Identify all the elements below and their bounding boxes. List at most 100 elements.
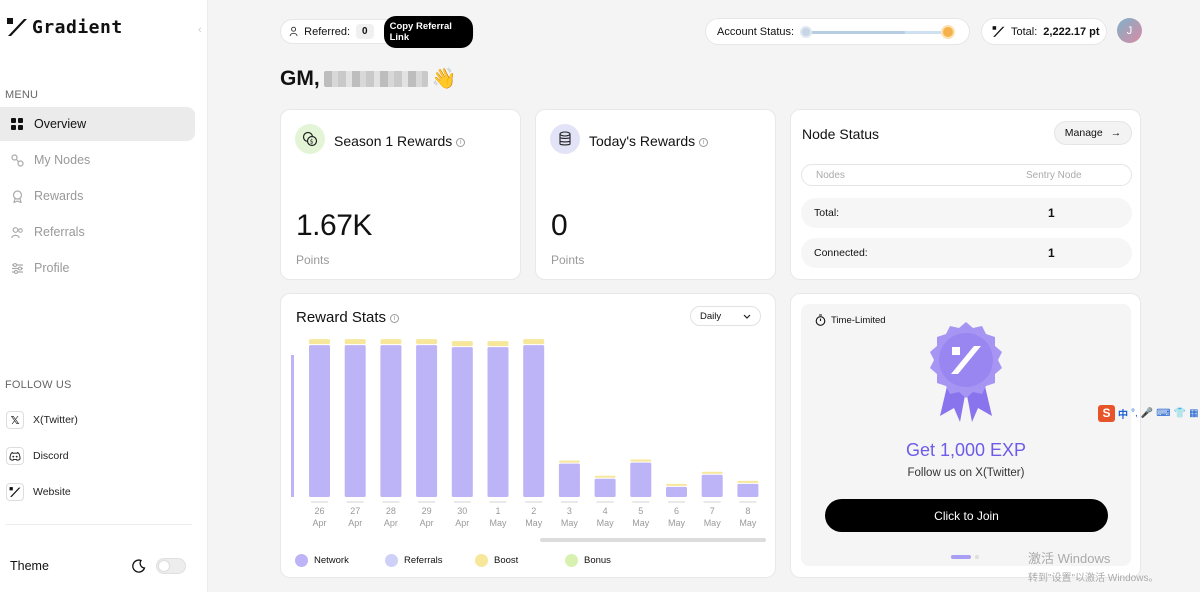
tick-mark bbox=[489, 501, 507, 503]
season-rewards-title: Season 1 Rewards bbox=[334, 133, 453, 149]
bar-boost bbox=[487, 341, 509, 347]
today-points-unit: Points bbox=[551, 253, 585, 267]
social-link-website[interactable]: Website bbox=[0, 474, 208, 510]
collapse-sidebar-icon[interactable]: ‹ bbox=[198, 24, 202, 36]
info-icon[interactable]: i bbox=[699, 137, 709, 147]
social-label: X(Twitter) bbox=[33, 414, 78, 426]
tick-mark bbox=[632, 501, 650, 503]
grid-icon bbox=[10, 117, 24, 131]
sidebar-item-label: Profile bbox=[34, 261, 70, 275]
gradient-points-icon bbox=[992, 26, 1005, 37]
sogou-ime-icon[interactable]: S bbox=[1098, 404, 1115, 422]
bar-boost bbox=[416, 339, 438, 345]
today-points-value: 0 bbox=[551, 209, 568, 242]
x-tick-label-day: 28 bbox=[386, 506, 396, 516]
sidebar-item-label: Rewards bbox=[34, 189, 84, 203]
watermark-line-1: 激活 Windows bbox=[1028, 551, 1111, 566]
account-status-label: Account Status: bbox=[717, 25, 795, 38]
node-row-label: Connected: bbox=[814, 247, 868, 259]
tools-icon[interactable]: ▦ bbox=[1189, 408, 1198, 419]
bar-boost bbox=[737, 480, 759, 483]
chart-scrollbar[interactable] bbox=[540, 538, 766, 542]
gradient-logo-icon bbox=[7, 18, 27, 36]
season-rewards-card: $ Season 1 Rewards i 1.67K Points bbox=[280, 109, 521, 280]
legend-item-network[interactable]: Network bbox=[295, 554, 385, 567]
node-table-header: Nodes Sentry Node bbox=[801, 164, 1132, 186]
main-nav: Overview My Nodes Rewards Referrals Prof… bbox=[0, 107, 208, 287]
greeting-prefix: GM, bbox=[280, 66, 320, 90]
bar-network bbox=[309, 345, 330, 497]
skin-icon[interactable]: 👕 bbox=[1174, 408, 1186, 419]
theme-label: Theme bbox=[10, 559, 49, 573]
bar-network bbox=[344, 345, 366, 497]
punctuation-icon[interactable]: °, bbox=[1131, 408, 1138, 419]
sidebar-item-my-nodes[interactable]: My Nodes bbox=[0, 143, 195, 177]
legend-label: Bonus bbox=[584, 555, 611, 566]
carousel-dot[interactable] bbox=[975, 555, 979, 559]
profile-icon bbox=[10, 261, 24, 275]
ime-toolbar[interactable]: S 中 °, 🎤 ⌨ 👕 ▦ bbox=[1098, 404, 1200, 422]
brand-logo[interactable]: Gradient bbox=[6, 16, 123, 38]
tick-mark bbox=[382, 501, 400, 503]
legend-label: Referrals bbox=[404, 555, 443, 566]
sidebar-divider bbox=[6, 524, 192, 525]
avatar[interactable]: J bbox=[1117, 18, 1142, 43]
x-tick-label-day: 29 bbox=[422, 506, 432, 516]
info-icon[interactable]: i bbox=[456, 137, 466, 147]
social-label: Discord bbox=[33, 450, 69, 462]
sidebar-item-overview[interactable]: Overview bbox=[0, 107, 195, 141]
account-status-pill: Account Status: bbox=[705, 18, 970, 45]
tick-mark bbox=[311, 501, 328, 503]
node-row-label: Total: bbox=[814, 207, 840, 219]
stopwatch-icon bbox=[815, 314, 826, 326]
x-tick-label-day: 27 bbox=[350, 506, 360, 516]
legend-swatch bbox=[475, 554, 488, 567]
tick-mark bbox=[668, 501, 685, 503]
gradient-icon bbox=[6, 483, 24, 501]
sidebar-item-label: My Nodes bbox=[34, 153, 91, 167]
reward-stats-chart: 26 Apr 27 Apr 28 Apr 29 Apr 30 Apr 1 May 2 May 3 May 4 Ma… bbox=[291, 339, 759, 528]
sentry-node-column-header: Sentry Node bbox=[1026, 169, 1082, 181]
legend-item-referrals[interactable]: Referrals bbox=[385, 554, 475, 567]
moon-icon bbox=[132, 559, 146, 573]
nodes-column-header: Nodes bbox=[816, 169, 845, 181]
tick-mark bbox=[525, 501, 543, 503]
legend-item-boost[interactable]: Boost bbox=[475, 554, 565, 567]
node-status-title: Node Status bbox=[802, 126, 880, 142]
bar-boost bbox=[309, 339, 330, 345]
legend-label: Network bbox=[314, 555, 349, 566]
period-select-value: Daily bbox=[700, 310, 722, 322]
status-goal-icon bbox=[941, 24, 956, 39]
coin-stack-icon bbox=[550, 124, 580, 154]
click-to-join-button[interactable]: Click to Join bbox=[825, 499, 1108, 532]
referred-label: Referred: bbox=[304, 25, 351, 38]
x-tick-label-month: May bbox=[739, 518, 757, 528]
manage-button[interactable]: Manage → bbox=[1054, 121, 1132, 145]
sidebar-item-rewards[interactable]: Rewards bbox=[0, 179, 195, 213]
copy-referral-link-button[interactable]: Copy Referral Link bbox=[383, 15, 473, 48]
carousel-dot-active[interactable] bbox=[951, 555, 971, 559]
x-tick-label-day: 4 bbox=[603, 506, 608, 516]
microphone-icon[interactable]: 🎤 bbox=[1141, 408, 1153, 419]
bar-network bbox=[380, 345, 402, 497]
arrow-right-icon: → bbox=[1110, 127, 1122, 139]
info-icon[interactable]: i bbox=[390, 313, 400, 323]
sidebar-item-profile[interactable]: Profile bbox=[0, 251, 195, 285]
tick-mark bbox=[346, 501, 364, 503]
menu-section-label: MENU bbox=[5, 89, 39, 101]
bar-network bbox=[416, 345, 438, 497]
theme-toggle[interactable] bbox=[156, 558, 186, 574]
legend-item-bonus[interactable]: Bonus bbox=[565, 554, 655, 567]
ime-mode-label[interactable]: 中 bbox=[1118, 406, 1128, 421]
x-tick-label-month: May bbox=[632, 518, 650, 528]
social-link-discord[interactable]: Discord bbox=[0, 438, 208, 474]
x-tick-label-month: May bbox=[668, 518, 686, 528]
x-icon: 𝕏 bbox=[6, 411, 24, 429]
bar-network bbox=[558, 463, 580, 497]
social-link-twitter[interactable]: 𝕏 X(Twitter) bbox=[0, 402, 208, 438]
keyboard-icon[interactable]: ⌨ bbox=[1156, 408, 1170, 419]
discord-icon bbox=[6, 447, 24, 465]
sidebar-item-referrals[interactable]: Referrals bbox=[0, 215, 195, 249]
period-select[interactable]: Daily bbox=[690, 306, 761, 326]
total-label: Total: bbox=[1011, 25, 1038, 38]
